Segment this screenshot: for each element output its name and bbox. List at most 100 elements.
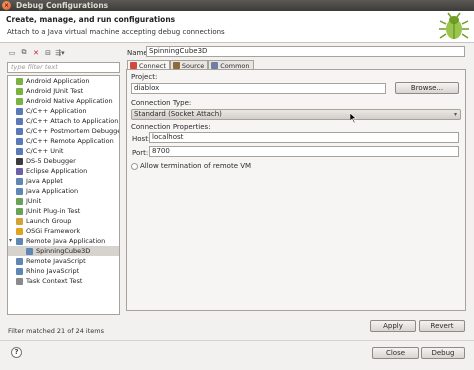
launch-type-icon — [26, 248, 33, 255]
connect-panel: Project: diablox Browse... Connection Ty… — [126, 69, 466, 311]
tree-item-label: Rhino JavaScript — [26, 267, 80, 275]
tree-item[interactable]: C/C++ Attach to Application — [8, 116, 119, 126]
tree-item[interactable]: C/C++ Remote Application — [8, 136, 119, 146]
tree-item[interactable]: Java Application — [8, 186, 119, 196]
tree-item[interactable]: Android JUnit Test — [8, 86, 119, 96]
tree-item-label: Remote Java Application — [26, 237, 106, 245]
project-input[interactable]: diablox — [131, 83, 386, 94]
apply-button[interactable]: Apply — [370, 320, 416, 332]
launch-type-icon — [16, 278, 23, 285]
tree-item-label: Task Context Test — [26, 277, 83, 285]
tree-item-label: C/C++ Postmortem Debugger — [26, 127, 120, 135]
tree-item[interactable]: OSGi Framework — [8, 226, 119, 236]
project-label: Project: — [131, 73, 158, 81]
launch-type-icon — [16, 208, 23, 215]
debug-button[interactable]: Debug — [421, 347, 465, 359]
tree-item[interactable]: DS-5 Debugger — [8, 156, 119, 166]
tree-item-label: Launch Group — [26, 217, 72, 225]
launch-type-icon — [16, 218, 23, 225]
launch-type-icon — [16, 98, 23, 105]
host-input[interactable]: localhost — [149, 132, 459, 143]
filter-status: Filter matched 21 of 24 items — [8, 327, 104, 335]
tree-item-label: Eclipse Application — [26, 167, 88, 175]
new-config-icon[interactable]: ▭ — [7, 48, 17, 58]
tree-item-label: Android Application — [26, 77, 90, 85]
tree-item-label: C/C++ Unit — [26, 147, 64, 155]
tree-item-label: Java Application — [26, 187, 79, 195]
tree-item[interactable]: C/C++ Unit — [8, 146, 119, 156]
title-bar: × Debug Configurations — [0, 0, 474, 11]
connection-type-select[interactable]: Standard (Socket Attach) ▾ — [131, 109, 461, 120]
revert-button[interactable]: Revert — [419, 320, 465, 332]
duplicate-config-icon[interactable]: ⧉ — [19, 48, 29, 58]
source-icon — [172, 62, 180, 69]
launch-type-icon — [16, 258, 23, 265]
close-window-button[interactable]: × — [2, 1, 11, 10]
launch-type-icon — [16, 188, 23, 195]
tree-item[interactable]: Rhino JavaScript — [8, 266, 119, 276]
tree-item[interactable]: JUnit Plug-in Test — [8, 206, 119, 216]
launch-type-icon — [16, 148, 23, 155]
tree-item-label: Android Native Application — [26, 97, 113, 105]
name-input[interactable]: SpinningCube3D — [146, 46, 465, 57]
launch-type-icon — [16, 168, 23, 175]
close-button[interactable]: Close — [372, 347, 419, 359]
tree-item[interactable]: Launch Group — [8, 216, 119, 226]
port-label: Port: — [132, 149, 149, 157]
footer-divider — [0, 340, 474, 341]
launch-type-icon — [16, 138, 23, 145]
tree-item[interactable]: Android Native Application — [8, 96, 119, 106]
tree-item-label: Java Applet — [26, 177, 63, 185]
tree-item[interactable]: Android Application — [8, 76, 119, 86]
tree-item-label: DS-5 Debugger — [26, 157, 76, 165]
tree-item-label: Remote JavaScript — [26, 257, 86, 265]
launch-type-icon — [16, 178, 23, 185]
host-label: Host: — [132, 135, 151, 143]
tree-item[interactable]: Eclipse Application — [8, 166, 119, 176]
dialog-header: Create, manage, and run configurations A… — [0, 11, 474, 43]
dialog-header-subtitle: Attach to a Java virtual machine accepti… — [7, 28, 225, 36]
tree-item-label: C/C++ Attach to Application — [26, 117, 119, 125]
tree-item[interactable]: C/C++ Application — [8, 106, 119, 116]
delete-config-icon[interactable]: ✕ — [31, 48, 41, 58]
tree-item-label: Android JUnit Test — [26, 87, 84, 95]
tree-item[interactable]: Task Context Test — [8, 276, 119, 286]
help-icon[interactable]: ? — [11, 347, 22, 358]
debug-bug-icon — [439, 12, 469, 39]
tree-item-selected[interactable]: SpinningCube3D — [8, 246, 119, 256]
launch-type-icon — [16, 158, 23, 165]
expand-arrow-icon[interactable]: ▾ — [9, 236, 12, 246]
window-title: Debug Configurations — [16, 1, 109, 10]
tree-item-label: JUnit — [26, 197, 42, 205]
tree-item[interactable]: ▾ Remote Java Application — [8, 236, 119, 246]
connect-icon — [130, 62, 137, 69]
dropdown-arrow-icon: ▾ — [453, 111, 457, 118]
connection-type-label: Connection Type: — [131, 99, 192, 107]
launch-type-icon — [16, 198, 23, 205]
tree-item-label: C/C++ Application — [26, 107, 87, 115]
port-input[interactable]: 8700 — [149, 146, 459, 157]
launch-type-icon — [16, 128, 23, 135]
dialog-header-title: Create, manage, and run configurations — [6, 15, 176, 24]
config-toolbar: ▭ ⧉ ✕ ⊟ ⇶▾ — [7, 47, 65, 58]
launch-type-icon — [16, 78, 23, 85]
tree-item-label: C/C++ Remote Application — [26, 137, 114, 145]
launch-type-icon — [16, 268, 23, 275]
tree-item[interactable]: Remote JavaScript — [8, 256, 119, 266]
collapse-all-icon[interactable]: ⊟ — [43, 48, 53, 58]
connection-properties-label: Connection Properties: — [131, 123, 211, 131]
filter-input[interactable]: type filter text — [7, 62, 120, 73]
allow-termination-label: Allow termination of remote VM — [140, 162, 252, 170]
tree-item[interactable]: JUnit — [8, 196, 119, 206]
allow-termination-checkbox[interactable] — [131, 163, 138, 170]
launch-type-icon — [16, 228, 23, 235]
launch-config-tree[interactable]: Android Application Android JUnit Test And… — [7, 75, 120, 315]
browse-button[interactable]: Browse... — [395, 82, 459, 94]
tree-item[interactable]: Java Applet — [8, 176, 119, 186]
tree-item-label: SpinningCube3D — [36, 247, 91, 255]
launch-type-icon — [16, 238, 23, 245]
common-icon — [211, 62, 219, 69]
tree-item[interactable]: C/C++ Postmortem Debugger — [8, 126, 119, 136]
mouse-pointer-icon — [350, 113, 357, 123]
filter-config-icon[interactable]: ⇶▾ — [55, 48, 65, 58]
